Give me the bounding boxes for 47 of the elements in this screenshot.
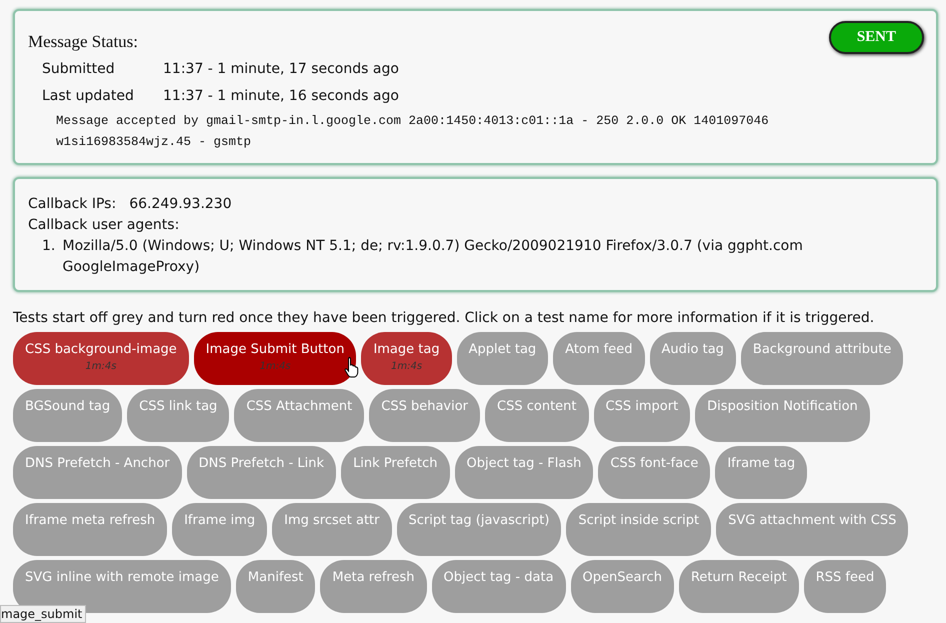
smtp-response: Message accepted by gmail-smtp-in.l.google.com 2a00:1450:4013:c01::1a - 250 2.0.0 OK 1401097046 w1si16983584wjz.45 - gsmtp: [55, 113, 770, 151]
status-badge: SENT: [828, 21, 924, 54]
test-button[interactable]: CSS content: [485, 389, 589, 442]
test-button[interactable]: Script tag (javascript): [396, 503, 562, 556]
field-value: 11:37 - 1 minute, 17 seconds ago: [163, 60, 399, 79]
test-button[interactable]: Img srcset attr: [272, 503, 392, 556]
test-button[interactable]: Iframe meta refresh: [13, 503, 168, 556]
panel-title: Message Status:: [28, 32, 138, 52]
test-button[interactable]: CSS font-face: [598, 446, 710, 499]
test-button[interactable]: Object tag - Flash: [454, 446, 594, 499]
test-button[interactable]: Audio tag: [650, 332, 736, 385]
test-button[interactable]: Image tag 1m:4s: [361, 332, 452, 385]
field-value: 11:37 - 1 minute, 16 seconds ago: [163, 87, 399, 106]
field-value: 66.249.93.230: [129, 196, 232, 212]
test-button[interactable]: Return Receipt: [678, 560, 799, 613]
test-button[interactable]: RSS feed: [804, 560, 886, 613]
test-button[interactable]: CSS Attachment: [234, 389, 364, 442]
test-button[interactable]: DNS Prefetch - Anchor: [13, 446, 182, 499]
test-button[interactable]: Atom feed: [553, 332, 645, 385]
test-button[interactable]: Image Submit Button 1m:4s: [194, 332, 356, 385]
field-label: Last updated: [42, 87, 135, 106]
field-label: Submitted: [42, 60, 116, 79]
test-button[interactable]: Meta refresh: [320, 560, 427, 613]
field-label: Callback IPs:: [28, 196, 116, 212]
test-button[interactable]: Object tag - data: [432, 560, 566, 613]
test-button[interactable]: Manifest: [236, 560, 316, 613]
test-button[interactable]: Applet tag: [456, 332, 548, 385]
field-label: Callback user agents:: [28, 216, 180, 235]
test-button[interactable]: Background attribute: [740, 332, 904, 385]
hand-cursor-icon: [344, 356, 360, 378]
test-button[interactable]: CSS background-image 1m:4s: [13, 332, 189, 385]
test-button[interactable]: CSS link tag: [127, 389, 230, 442]
test-button[interactable]: SVG attachment with CSS: [716, 503, 908, 556]
test-button[interactable]: Iframe tag: [715, 446, 808, 499]
test-button[interactable]: BGSound tag: [13, 389, 122, 442]
list-number: 1.: [42, 237, 56, 256]
user-agent-text: Mozilla/5.0 (Windows; U; Windows NT 5.1; de; rv:1.9.0.7) Gecko/2009021910 Firefox/3.0.7 (via ggpht.com GoogleImageProxy): [62, 237, 804, 277]
test-button[interactable]: OpenSearch: [570, 560, 674, 613]
test-button[interactable]: Iframe img: [172, 503, 268, 556]
test-button[interactable]: CSS behavior: [369, 389, 480, 442]
test-button[interactable]: Script inside script: [566, 503, 712, 556]
test-button[interactable]: Link Prefetch: [341, 446, 450, 499]
test-button[interactable]: CSS import: [594, 389, 690, 442]
test-button[interactable]: DNS Prefetch - Link: [186, 446, 336, 499]
status-bar-text: mage_submit: [0, 605, 86, 623]
test-button[interactable]: Disposition Notification: [695, 389, 870, 442]
intro-text: Tests start off grey and turn red once they have been triggered. Click on a test name for more information if it is triggered.: [13, 309, 876, 328]
